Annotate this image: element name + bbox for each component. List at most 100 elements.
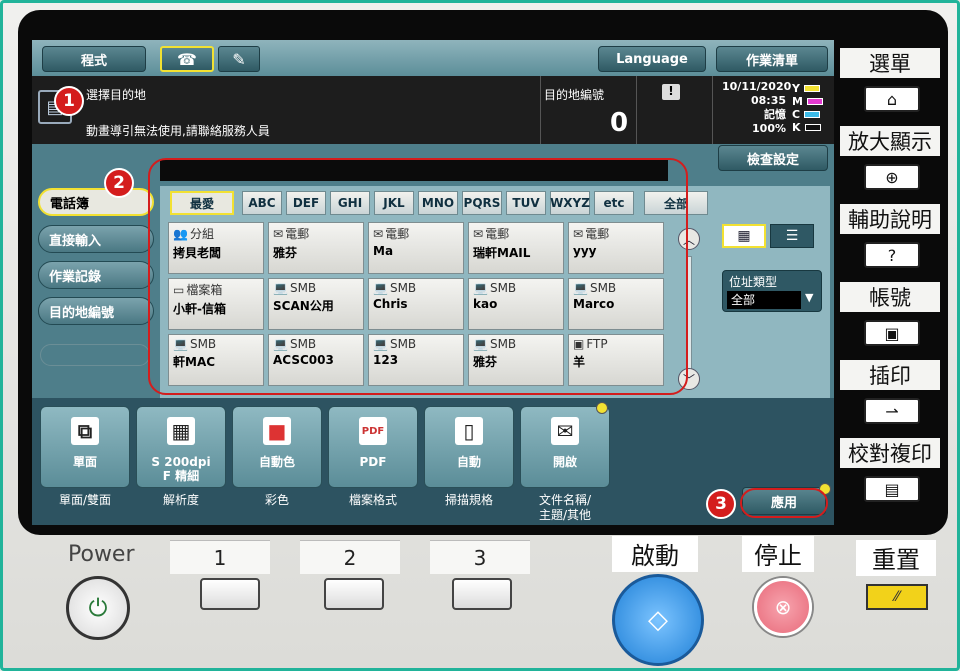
key-2-label: 2 (300, 540, 400, 574)
check-settings-button[interactable]: 檢查設定 (718, 145, 828, 171)
toner-c-bar (804, 111, 821, 118)
duplex-icon: ⧉ (71, 417, 99, 445)
disabled-slot (40, 344, 150, 366)
list-view-button[interactable]: ☰ (770, 224, 814, 248)
annotation-box-destinations (148, 158, 688, 395)
stop-icon: ⊗ (774, 595, 792, 619)
right-panel-button[interactable]: ⌂ (864, 86, 920, 112)
date-text: 10/11/2020 (722, 80, 792, 93)
phone-icon: ☎ (177, 49, 197, 69)
address-type-select[interactable]: 位址類型 全部 ▼ (722, 270, 822, 312)
function-button[interactable]: ▦ S 200dpi F 精細 (136, 406, 226, 488)
reset-label: 重置 (856, 540, 936, 576)
right-panel-label: 放大顯示 (840, 126, 940, 156)
memory-value: 100% (752, 122, 786, 135)
right-panel-button[interactable]: ⇀ (864, 398, 920, 424)
power-icon: ⏻ (88, 594, 108, 622)
right-panel-button[interactable]: ▣ (864, 320, 920, 346)
document-mail-icon: ✉ (551, 417, 579, 445)
function-value: S 200dpi F 精細 (151, 455, 211, 483)
proof-copy-icon: ▤ (884, 479, 900, 499)
function-button[interactable]: ✉ 開啟 (520, 406, 610, 488)
reset-button[interactable]: ⁄⁄ (866, 584, 928, 610)
dest-count-label: 目的地編號 (544, 88, 605, 102)
memory-label: 記憶 (764, 108, 786, 121)
function-label: 文件名稱/ 主題/其他 (538, 493, 592, 522)
toner-y-bar (803, 85, 820, 92)
right-panel-label: 插印 (840, 360, 940, 390)
reset-icon: ⁄⁄ (894, 589, 900, 605)
instruction-text: 選擇目的地 (86, 88, 147, 102)
color-icon: ■ (263, 417, 291, 445)
program-button[interactable]: 程式 (42, 46, 146, 72)
top-bar: 程式 ☎ ✎ Language 作業清單 (32, 40, 834, 76)
register-key-3[interactable] (452, 578, 512, 610)
grid-icon: ▦ (737, 228, 751, 244)
toner-c-label: C (792, 108, 801, 121)
function-label: 解析度 (162, 493, 199, 507)
toner-levels: Y M C K (792, 82, 823, 134)
time-text: 08:35 (750, 94, 786, 107)
sidebar-item-job-history[interactable]: 作業記錄 (38, 261, 154, 289)
stop-button[interactable]: ⊗ (754, 578, 812, 636)
toner-m-label: M (792, 95, 803, 108)
grid-view-button[interactable]: ▦ (722, 224, 766, 248)
right-panel-button[interactable]: ▤ (864, 476, 920, 502)
stop-label: 停止 (742, 536, 814, 572)
home-icon: ⌂ (886, 89, 898, 109)
right-panel-label: 選單 (840, 48, 940, 78)
sidebar-item-dest-number[interactable]: 目的地編號 (38, 297, 154, 325)
annotation-badge-1: 1 (54, 86, 84, 116)
right-panel-label: 輔助說明 (840, 204, 940, 234)
status-info-bar: ▤ 選擇目的地 動畫導引無法使用,請聯絡服務人員 目的地編號 0 ! 10/11… (32, 76, 834, 144)
toner-m-bar (806, 98, 823, 105)
interrupt-icon: ⇀ (885, 401, 899, 421)
annotation-box-apply (740, 488, 828, 518)
function-value: 開啟 (552, 455, 577, 469)
function-label: 掃描規格 (444, 493, 493, 507)
function-button[interactable]: ■ 自動色 (232, 406, 322, 488)
alert-icon[interactable]: ! (662, 84, 680, 100)
right-panel-label: 帳號 (840, 282, 940, 312)
indicator-dot (596, 402, 608, 414)
right-panel-button[interactable]: ⊕ (864, 164, 920, 190)
function-button[interactable]: ⧉ 單面 (40, 406, 130, 488)
sidebar-item-direct-input[interactable]: 直接輸入 (38, 225, 154, 253)
power-label: Power (68, 542, 135, 567)
page-icon: ▯ (455, 417, 483, 445)
fax-mode-button[interactable]: ☎ (160, 46, 214, 72)
start-icon: ◇ (648, 605, 668, 635)
help-icon: ? (887, 245, 897, 265)
annotation-badge-3: 3 (706, 489, 736, 519)
function-label: 單面/雙面 (58, 493, 112, 507)
function-value: 自動色 (258, 455, 295, 469)
register-key-2[interactable] (324, 578, 384, 610)
resolution-icon: ▦ (167, 417, 195, 445)
account-icon: ▣ (884, 323, 900, 343)
manual-mode-button[interactable]: ✎ (218, 46, 260, 72)
function-label: 檔案格式 (348, 493, 397, 507)
toner-k-label: K (792, 121, 801, 134)
list-icon: ☰ (785, 228, 799, 244)
dest-count-value: 0 (610, 108, 629, 138)
language-button[interactable]: Language (598, 46, 706, 72)
job-list-button[interactable]: 作業清單 (716, 46, 828, 72)
right-panel-button[interactable]: ? (864, 242, 920, 268)
function-button[interactable]: PDF PDF (328, 406, 418, 488)
pen-icon: ✎ (232, 49, 246, 69)
function-value: 單面 (72, 455, 97, 469)
start-label: 啟動 (612, 536, 698, 572)
sidebar-item-address-book[interactable]: 電話簿 (38, 188, 154, 216)
annotation-badge-2: 2 (104, 168, 134, 198)
function-value: PDF (359, 455, 387, 469)
message-text: 動畫導引無法使用,請聯絡服務人員 (86, 124, 270, 138)
power-button[interactable]: ⏻ (66, 576, 130, 640)
start-button[interactable]: ◇ (612, 574, 704, 666)
right-panel: 選單 ⌂ 放大顯示 ⊕ 輔助說明? 帳號 ▣ 插印 ⇀ 校對複印 ▤ (836, 40, 946, 520)
toner-k-bar (804, 124, 821, 131)
function-label: 彩色 (264, 493, 289, 507)
toner-y-label: Y (792, 82, 800, 95)
function-button[interactable]: ▯ 自動 (424, 406, 514, 488)
register-key-1[interactable] (200, 578, 260, 610)
address-type-label: 位址類型 (729, 275, 778, 289)
